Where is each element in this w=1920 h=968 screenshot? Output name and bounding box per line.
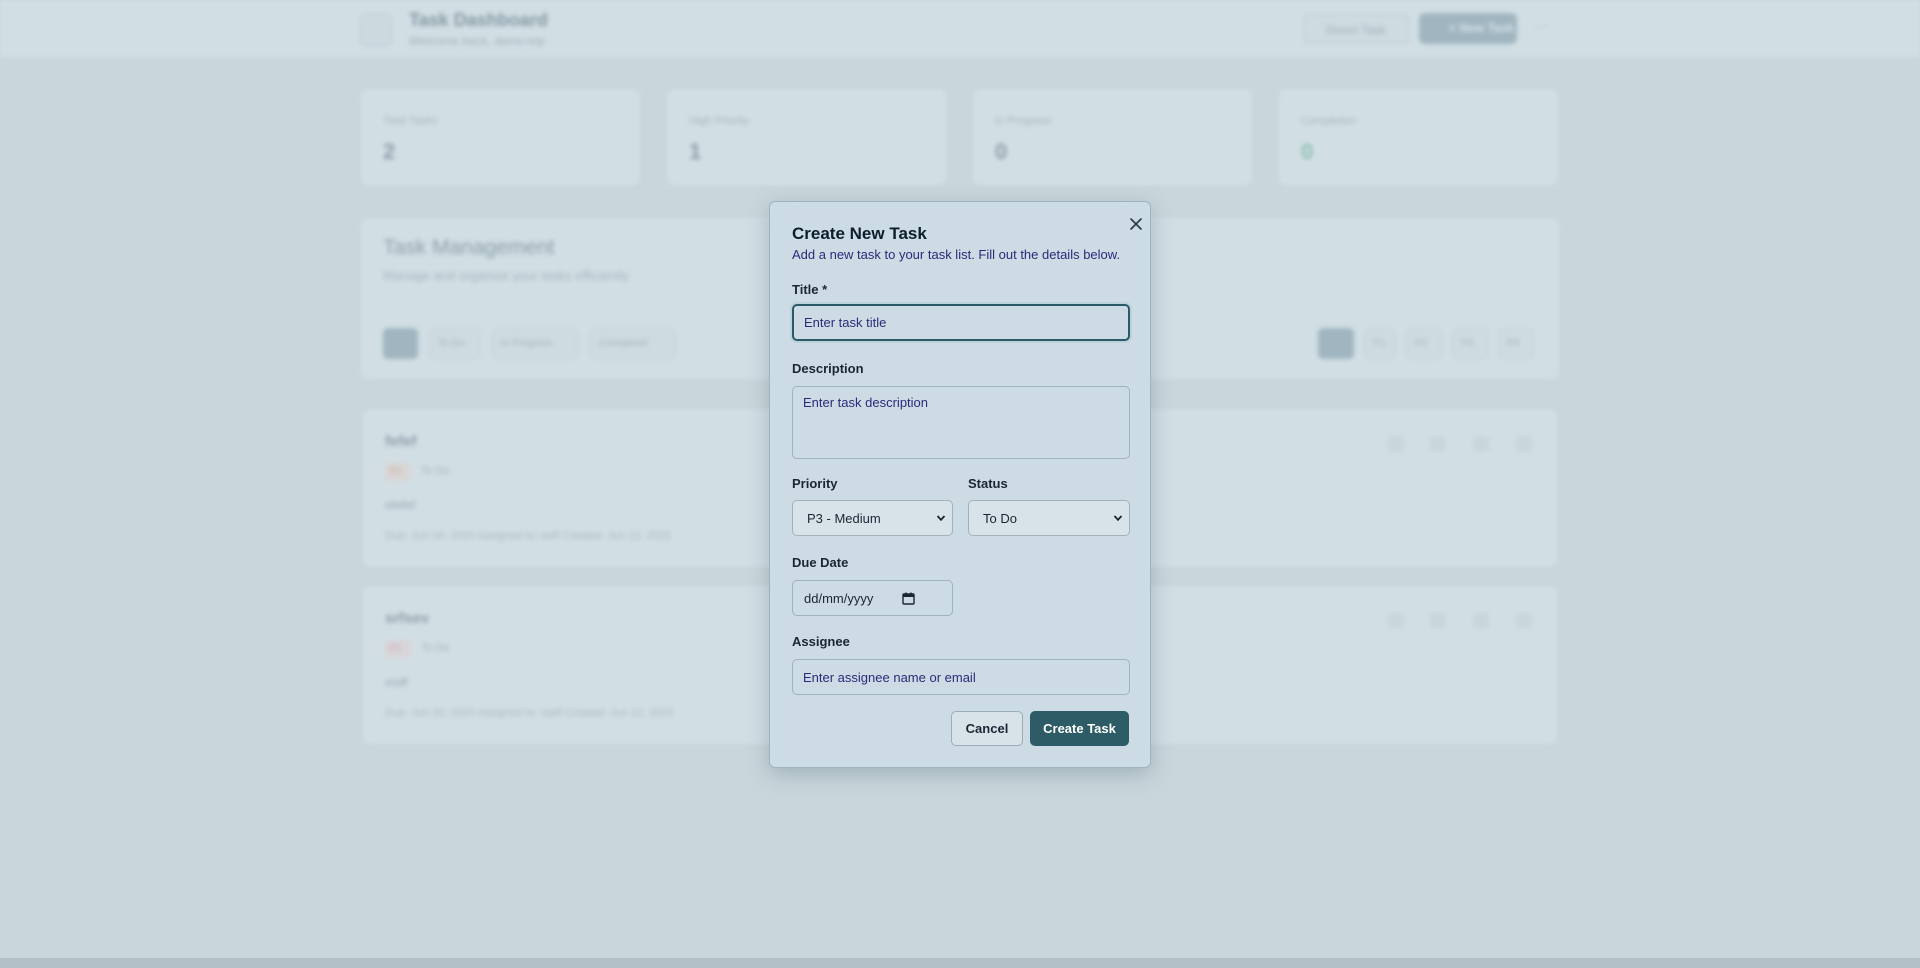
priority-badge: P3: [385, 463, 411, 481]
delete-icon[interactable]: [1516, 436, 1532, 452]
due-date-label: Due Date: [792, 555, 849, 570]
filter-priority-p4[interactable]: P4: [1498, 328, 1534, 359]
description-textarea[interactable]: [792, 386, 1130, 459]
progress-icon[interactable]: [1430, 436, 1446, 452]
status-badge: To Do: [421, 465, 450, 477]
create-task-dialog: Create New Task Add a new task to your t…: [769, 201, 1151, 768]
complete-icon[interactable]: [1388, 436, 1404, 452]
stat-card-completion: Completion 0: [1278, 88, 1559, 186]
assignee-input[interactable]: [792, 659, 1130, 695]
description-label: Description: [792, 361, 864, 376]
chevron-down-icon: [1113, 515, 1123, 522]
stat-label: Total Tasks: [383, 115, 438, 127]
status-select-value: To Do: [983, 511, 1017, 526]
stat-value: 0: [1301, 139, 1314, 164]
task-title: srfsev: [385, 610, 430, 627]
app-title: Task Dashboard: [409, 10, 548, 30]
stat-card-total: Total Tasks 2: [360, 88, 641, 186]
filter-status-todo[interactable]: To Do: [429, 328, 480, 359]
filter-status-all[interactable]: All: [383, 328, 418, 359]
bottom-bar: [0, 958, 1920, 968]
priority-select-value: P3 - Medium: [807, 511, 881, 526]
filter-status-in-progress[interactable]: In Progress: [492, 328, 578, 359]
priority-select[interactable]: P3 - Medium: [792, 500, 953, 536]
priority-badge: P1: [385, 640, 411, 658]
priority-label: Priority: [792, 476, 838, 491]
filter-status-completed[interactable]: Completed: [590, 328, 676, 359]
edit-icon[interactable]: [1473, 436, 1489, 452]
task-description: efefef: [385, 498, 416, 512]
app-subtitle: Welcome back, demo-trip: [409, 34, 545, 48]
status-label: Status: [968, 476, 1008, 491]
filter-priority-p2[interactable]: P2: [1406, 328, 1442, 359]
calendar-icon[interactable]: [902, 592, 915, 605]
status-select[interactable]: To Do: [968, 500, 1130, 536]
complete-icon[interactable]: [1388, 613, 1404, 629]
dialog-description: Add a new task to your task list. Fill o…: [792, 247, 1121, 262]
stat-label: High Priority: [689, 115, 749, 127]
filter-priority-all[interactable]: All: [1318, 328, 1354, 359]
status-badge: To Do: [421, 642, 450, 654]
assignee-label: Assignee: [792, 634, 850, 649]
new-task-button[interactable]: + New Task: [1419, 13, 1517, 44]
task-title: fefef: [385, 433, 417, 450]
task-description: esdf: [385, 675, 408, 689]
progress-icon[interactable]: [1430, 613, 1446, 629]
stat-value: 2: [383, 139, 396, 164]
create-task-button[interactable]: Create Task: [1030, 711, 1129, 746]
task-meta: Due: Jun 04, 2025 Assigned to: eeff Crea…: [385, 530, 672, 542]
title-input[interactable]: [792, 304, 1130, 341]
demo-task-button[interactable]: Demo Task: [1303, 14, 1410, 44]
section-subtitle: Manage and organize your tasks efficient…: [383, 268, 630, 283]
app-header: Task Dashboard Welcome back, demo-trip D…: [0, 0, 1920, 58]
due-date-input[interactable]: dd/mm/yyyy: [792, 580, 953, 616]
stat-value: 0: [995, 139, 1008, 164]
stat-card-in-progress: In Progress 0: [972, 88, 1253, 186]
chevron-down-icon: [936, 515, 946, 522]
dialog-title: Create New Task: [792, 224, 927, 243]
stat-value: 1: [689, 139, 702, 164]
delete-icon[interactable]: [1516, 613, 1532, 629]
close-icon[interactable]: [1128, 216, 1144, 232]
stat-label: Completion: [1301, 115, 1357, 127]
menu-icon[interactable]: [360, 14, 392, 46]
stat-label: In Progress: [995, 115, 1052, 127]
filter-priority-p1[interactable]: P1: [1364, 328, 1396, 359]
cancel-button[interactable]: Cancel: [951, 711, 1023, 746]
task-meta: Due: Jun 20, 2025 Assigned to: sadf Crea…: [385, 707, 674, 719]
section-title: Task Management: [383, 236, 555, 259]
stat-card-high-priority: High Priority 1: [666, 88, 947, 186]
filter-priority-p3[interactable]: P3: [1452, 328, 1488, 359]
more-options-icon[interactable]: ⋯: [1535, 18, 1549, 35]
edit-icon[interactable]: [1473, 613, 1489, 629]
title-label: Title *: [792, 282, 828, 297]
due-date-value: dd/mm/yyyy: [804, 591, 874, 606]
